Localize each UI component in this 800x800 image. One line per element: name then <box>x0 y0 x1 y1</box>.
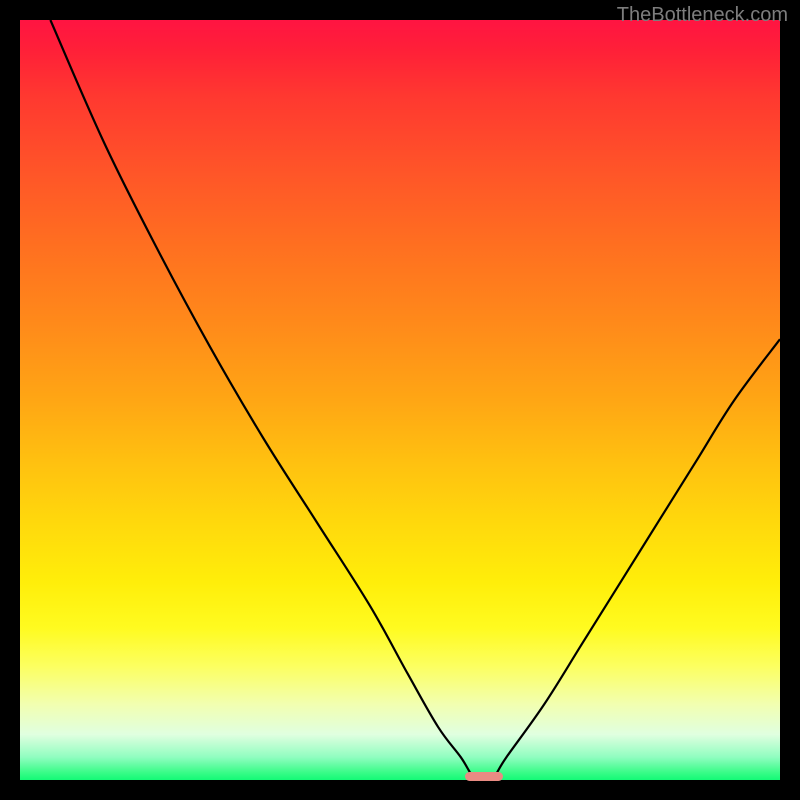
watermark-text: TheBottleneck.com <box>617 4 788 27</box>
plot-gradient-background <box>20 20 780 780</box>
optimal-marker <box>465 772 503 781</box>
chart-container: TheBottleneck.com <box>0 0 800 800</box>
